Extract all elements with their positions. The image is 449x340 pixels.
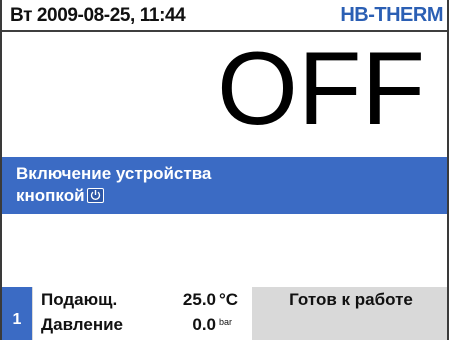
supply-temperature-value: 25.0	[182, 290, 216, 309]
date-time: Вт 2009-08-25, 11:44	[10, 5, 186, 26]
supply-temperature-unit: °C	[219, 290, 239, 309]
top-bar: Вт 2009-08-25, 11:44 HB-THERM	[2, 0, 447, 32]
instruction-line-2: кнопкой	[16, 185, 447, 207]
status-bar: 1 Подающ. 25.0 °C Давление 0.0 bar Готов…	[2, 287, 447, 340]
instruction-line-1: Включение устройства	[16, 164, 212, 183]
pressure-unit: bar	[219, 317, 233, 327]
unit-number[interactable]: 1	[2, 287, 32, 340]
controller-screen: Вт 2009-08-25, 11:44 HB-THERM OFF Включе…	[0, 0, 449, 340]
supply-temperature-label: Подающ.	[41, 290, 118, 309]
brand-logo: HB-THERM	[340, 4, 443, 26]
pressure-label: Давление	[41, 315, 123, 334]
pressure-row: Давление 0.0 bar	[41, 315, 246, 339]
instruction-line-2-text: кнопкой	[16, 186, 85, 205]
instruction-banner: Включение устройства кнопкой	[2, 157, 447, 214]
supply-temperature-row: Подающ. 25.0 °C	[41, 290, 246, 314]
pressure-value: 0.0	[192, 315, 216, 334]
device-state: OFF	[217, 31, 425, 147]
device-status: Готов к работе	[289, 290, 413, 309]
values-panel[interactable]: Подающ. 25.0 °C Давление 0.0 bar	[33, 287, 252, 340]
power-key-icon	[86, 188, 104, 203]
